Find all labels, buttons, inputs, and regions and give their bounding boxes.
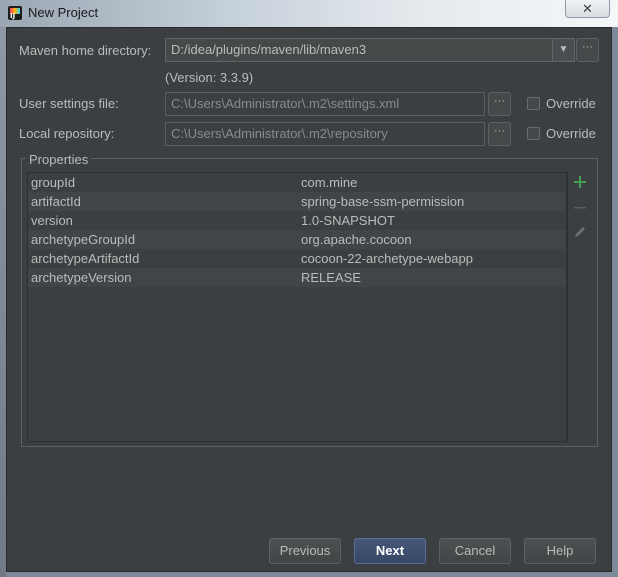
property-key: artifactId xyxy=(31,194,81,209)
properties-legend: Properties xyxy=(26,152,92,167)
property-value: spring-base-ssm-permission xyxy=(301,194,465,209)
property-key: version xyxy=(31,213,73,228)
maven-home-browse-button[interactable]: ··· xyxy=(576,38,599,62)
property-key: groupId xyxy=(31,175,76,190)
table-row[interactable]: version 1.0-SNAPSHOT xyxy=(28,211,566,230)
user-settings-field[interactable]: C:\Users\Administrator\.m2\settings.xml xyxy=(165,92,485,116)
window-title: New Project xyxy=(28,5,99,20)
local-repo-label: Local repository: xyxy=(19,126,115,141)
local-repo-override-checkbox[interactable] xyxy=(527,127,540,140)
table-row[interactable]: archetypeVersion RELEASE xyxy=(28,268,566,287)
properties-table[interactable]: groupId com.mine artifactId spring-base-… xyxy=(27,172,567,442)
cancel-button[interactable]: Cancel xyxy=(439,538,511,564)
property-key: archetypeVersion xyxy=(31,270,132,285)
local-repo-field[interactable]: C:\Users\Administrator\.m2\repository xyxy=(165,122,485,146)
pencil-icon[interactable] xyxy=(572,224,588,240)
close-icon[interactable]: ✕ xyxy=(565,0,610,18)
new-project-dialog: Maven home directory: D:/idea/plugins/ma… xyxy=(6,27,612,572)
maven-home-label: Maven home directory: xyxy=(19,43,152,58)
property-value: org.apache.cocoon xyxy=(301,232,412,247)
user-settings-override-checkbox[interactable] xyxy=(527,97,540,110)
help-button[interactable]: Help xyxy=(524,538,596,564)
window-titlebar: IJ New Project ✕ xyxy=(0,0,618,27)
property-value: cocoon-22-archetype-webapp xyxy=(301,251,473,266)
chevron-down-icon[interactable]: ▼ xyxy=(553,38,575,62)
previous-button[interactable]: Previous xyxy=(269,538,341,564)
user-settings-override-label: Override xyxy=(546,96,596,111)
property-value: 1.0-SNAPSHOT xyxy=(301,213,395,228)
local-repo-browse-button[interactable]: ··· xyxy=(488,122,511,146)
table-row[interactable]: archetypeArtifactId cocoon-22-archetype-… xyxy=(28,249,566,268)
property-key: archetypeArtifactId xyxy=(31,251,140,266)
minus-icon[interactable] xyxy=(572,200,588,216)
table-row[interactable]: artifactId spring-base-ssm-permission xyxy=(28,192,566,211)
property-key: archetypeGroupId xyxy=(31,232,136,247)
table-row[interactable]: groupId com.mine xyxy=(28,173,566,192)
maven-version-text: (Version: 3.3.9) xyxy=(165,70,254,85)
table-row[interactable]: archetypeGroupId org.apache.cocoon xyxy=(28,230,566,249)
user-settings-label: User settings file: xyxy=(19,96,119,111)
next-button[interactable]: Next xyxy=(354,538,426,564)
maven-home-combo[interactable]: D:/idea/plugins/maven/lib/maven3 xyxy=(165,38,553,62)
plus-icon[interactable] xyxy=(572,174,588,190)
property-value: RELEASE xyxy=(301,270,361,285)
intellij-app-icon: IJ xyxy=(8,6,22,20)
property-value: com.mine xyxy=(301,175,358,190)
local-repo-override-label: Override xyxy=(546,126,596,141)
user-settings-browse-button[interactable]: ··· xyxy=(488,92,511,116)
